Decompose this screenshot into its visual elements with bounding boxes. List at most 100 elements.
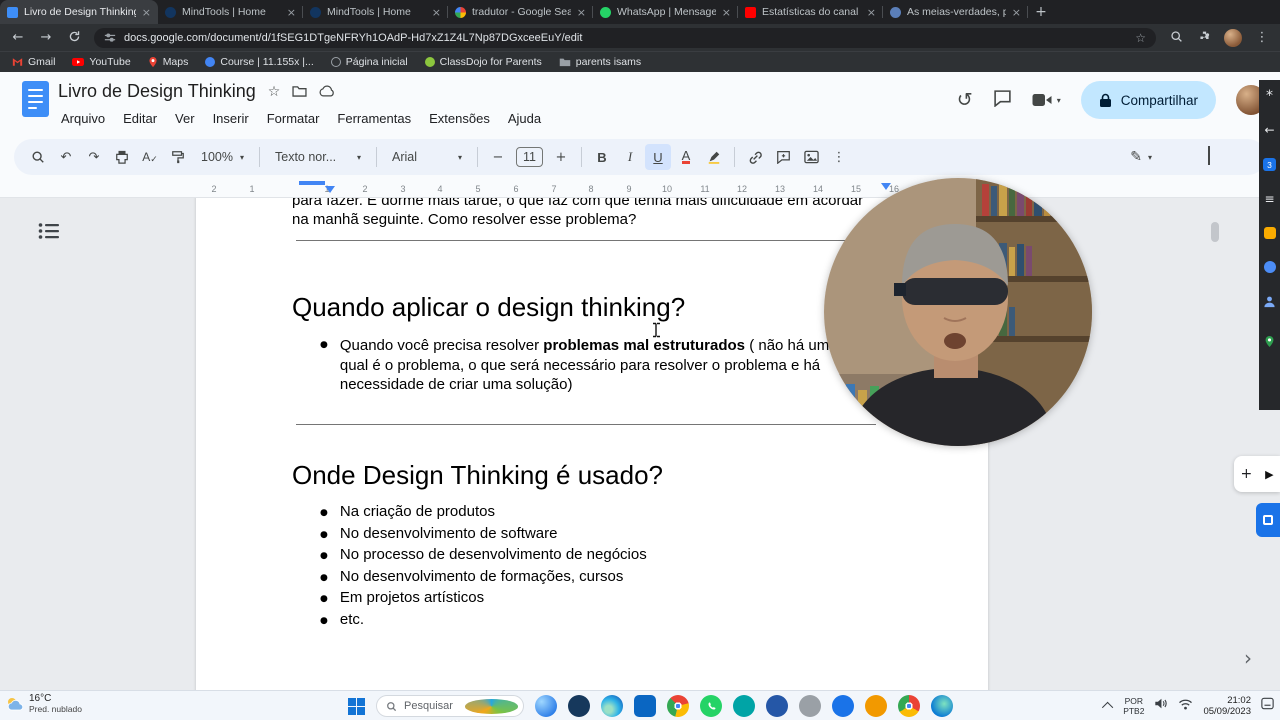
menu-editar[interactable]: Editar: [114, 108, 166, 129]
close-icon[interactable]: ×: [432, 6, 441, 19]
chevron-right-icon[interactable]: ›: [1244, 646, 1252, 670]
increase-font-size-button[interactable]: +: [548, 144, 574, 170]
collapse-toolbar-button[interactable]: [1208, 146, 1210, 166]
forward-icon[interactable]: →: [38, 30, 54, 45]
browser-tab-mindtools-1[interactable]: MindTools | Home ×: [158, 0, 303, 24]
close-icon[interactable]: ×: [142, 6, 151, 19]
right-indent-marker[interactable]: [881, 183, 891, 190]
browser-tab-whatsapp[interactable]: WhatsApp | Mensagens e ligaç... ×: [593, 0, 738, 24]
browser-tab-meias-verdades[interactable]: As meias-verdades, para não di... ×: [883, 0, 1028, 24]
taskbar-app-copilot[interactable]: [535, 695, 557, 717]
paint-format-icon[interactable]: [165, 144, 191, 170]
back-arrow-icon[interactable]: ←: [1264, 124, 1274, 136]
underline-button[interactable]: U: [645, 144, 671, 170]
hamburger-menu-icon[interactable]: ≡: [1264, 193, 1274, 205]
taskbar-app[interactable]: [832, 695, 854, 717]
menu-ferramentas[interactable]: Ferramentas: [328, 108, 420, 129]
notification-center-icon[interactable]: [1261, 697, 1274, 715]
text-color-button[interactable]: A: [673, 144, 699, 170]
bookmark-star-icon[interactable]: ☆: [1135, 31, 1146, 45]
taskbar-app[interactable]: [568, 695, 590, 717]
menu-formatar[interactable]: Formatar: [258, 108, 329, 129]
yellow-app-icon[interactable]: [1263, 227, 1276, 239]
taskbar-app[interactable]: [865, 695, 887, 717]
keyboard-language-indicator[interactable]: POR PTB2: [1123, 696, 1144, 716]
bookmark-youtube[interactable]: YouTube: [72, 56, 131, 68]
site-info-icon[interactable]: [104, 32, 116, 44]
play-icon[interactable]: ▶: [1265, 468, 1273, 481]
first-line-indent-marker[interactable]: [325, 186, 335, 193]
bookmark-classdojo[interactable]: ClassDojo for Parents: [424, 56, 542, 68]
version-history-icon[interactable]: ↺: [957, 89, 973, 111]
undo-icon[interactable]: ↶: [53, 144, 79, 170]
taskbar-app[interactable]: [733, 695, 755, 717]
insert-image-icon[interactable]: [798, 144, 824, 170]
print-icon[interactable]: [109, 144, 135, 170]
browser-tab-tradutor[interactable]: tradutor - Google Search ×: [448, 0, 593, 24]
highlight-color-icon[interactable]: [701, 144, 727, 170]
refresh-icon[interactable]: [66, 30, 82, 46]
wifi-icon[interactable]: [1178, 697, 1193, 715]
bookmark-parents-isams[interactable]: parents isams: [559, 56, 641, 68]
taskbar-app-chrome[interactable]: [667, 695, 689, 717]
extensions-puzzle-icon[interactable]: [1196, 30, 1212, 46]
add-comment-icon[interactable]: [770, 144, 796, 170]
plus-icon[interactable]: +: [1240, 466, 1252, 482]
google-docs-logo[interactable]: [22, 81, 49, 117]
document-scrollbar[interactable]: [1211, 222, 1219, 242]
share-button[interactable]: Compartilhar: [1080, 81, 1216, 119]
taskbar-app-edge[interactable]: [601, 695, 623, 717]
back-icon[interactable]: ←: [10, 30, 26, 45]
font-size-input[interactable]: 11: [516, 147, 543, 167]
bookmark-gmail[interactable]: Gmail: [12, 56, 55, 68]
person-icon[interactable]: [1263, 295, 1276, 313]
zoom-select[interactable]: 100% ▾: [192, 144, 253, 170]
blue-action-chip[interactable]: [1256, 503, 1280, 537]
cloud-status-icon[interactable]: [319, 84, 335, 100]
blue-app-icon[interactable]: [1263, 261, 1276, 273]
star-icon[interactable]: ☆: [268, 84, 281, 100]
close-icon[interactable]: ×: [577, 6, 586, 19]
menu-arquivo[interactable]: Arquivo: [52, 108, 114, 129]
taskbar-app[interactable]: [766, 695, 788, 717]
toolbar-overflow-kebab-icon[interactable]: ⋮: [826, 144, 852, 170]
paragraph-style-select[interactable]: Texto nor... ▾: [266, 144, 370, 170]
taskbar-app[interactable]: [799, 695, 821, 717]
ruler[interactable]: 2 1 1 2 3 4 5 6 7 8 9 10 11 12 13 14 15 …: [0, 181, 1280, 198]
search-menus-icon[interactable]: [25, 144, 51, 170]
menu-extensoes[interactable]: Extensões: [420, 108, 499, 129]
taskbar-clock[interactable]: 21:02 05/09/2023: [1203, 695, 1251, 717]
close-icon[interactable]: ×: [867, 6, 876, 19]
start-button[interactable]: [348, 697, 365, 715]
tray-chevron-up-icon[interactable]: [1102, 701, 1114, 714]
browser-tab-mindtools-2[interactable]: MindTools | Home ×: [303, 0, 448, 24]
bookmark-course[interactable]: Course | 11.155x |...: [205, 56, 314, 68]
move-folder-icon[interactable]: [292, 84, 307, 100]
document-canvas[interactable]: para fazer. E dorme mais tarde, o que fa…: [0, 198, 1280, 690]
bookmark-pagina-inicial[interactable]: Página inicial: [330, 56, 408, 68]
taskbar-app-whatsapp[interactable]: [700, 695, 722, 717]
speaker-icon[interactable]: [1154, 697, 1168, 715]
taskbar-app-edge-profile[interactable]: [931, 695, 953, 717]
indent-marker[interactable]: [299, 181, 325, 185]
taskbar-app[interactable]: [634, 695, 656, 717]
close-icon[interactable]: ×: [1012, 6, 1021, 19]
menu-inserir[interactable]: Inserir: [204, 108, 258, 129]
spellcheck-icon[interactable]: A ✓: [137, 144, 163, 170]
taskbar-search-box[interactable]: Pesquisar: [376, 695, 524, 717]
close-icon[interactable]: ×: [722, 6, 731, 19]
taskbar-app-chrome-profile[interactable]: [898, 695, 920, 717]
bookmark-maps[interactable]: Maps: [148, 56, 188, 68]
browser-profile-avatar[interactable]: [1224, 28, 1242, 47]
meet-video-call-button[interactable]: ▾: [1032, 93, 1061, 107]
editing-mode-select[interactable]: ✎ ▾: [1130, 149, 1152, 165]
close-icon[interactable]: ×: [287, 6, 296, 19]
weather-widget[interactable]: 16°C Pred. nublado: [6, 693, 82, 714]
address-bar[interactable]: docs.google.com/document/d/1fSEG1DTgeNFR…: [94, 27, 1156, 48]
document-title[interactable]: Livro de Design Thinking: [58, 81, 256, 102]
redo-icon[interactable]: ↷: [81, 144, 107, 170]
browser-menu-kebab-icon[interactable]: ⋮: [1254, 30, 1270, 45]
new-tab-button[interactable]: +: [1028, 0, 1054, 24]
insert-link-icon[interactable]: [742, 144, 768, 170]
italic-button[interactable]: I: [617, 144, 643, 170]
